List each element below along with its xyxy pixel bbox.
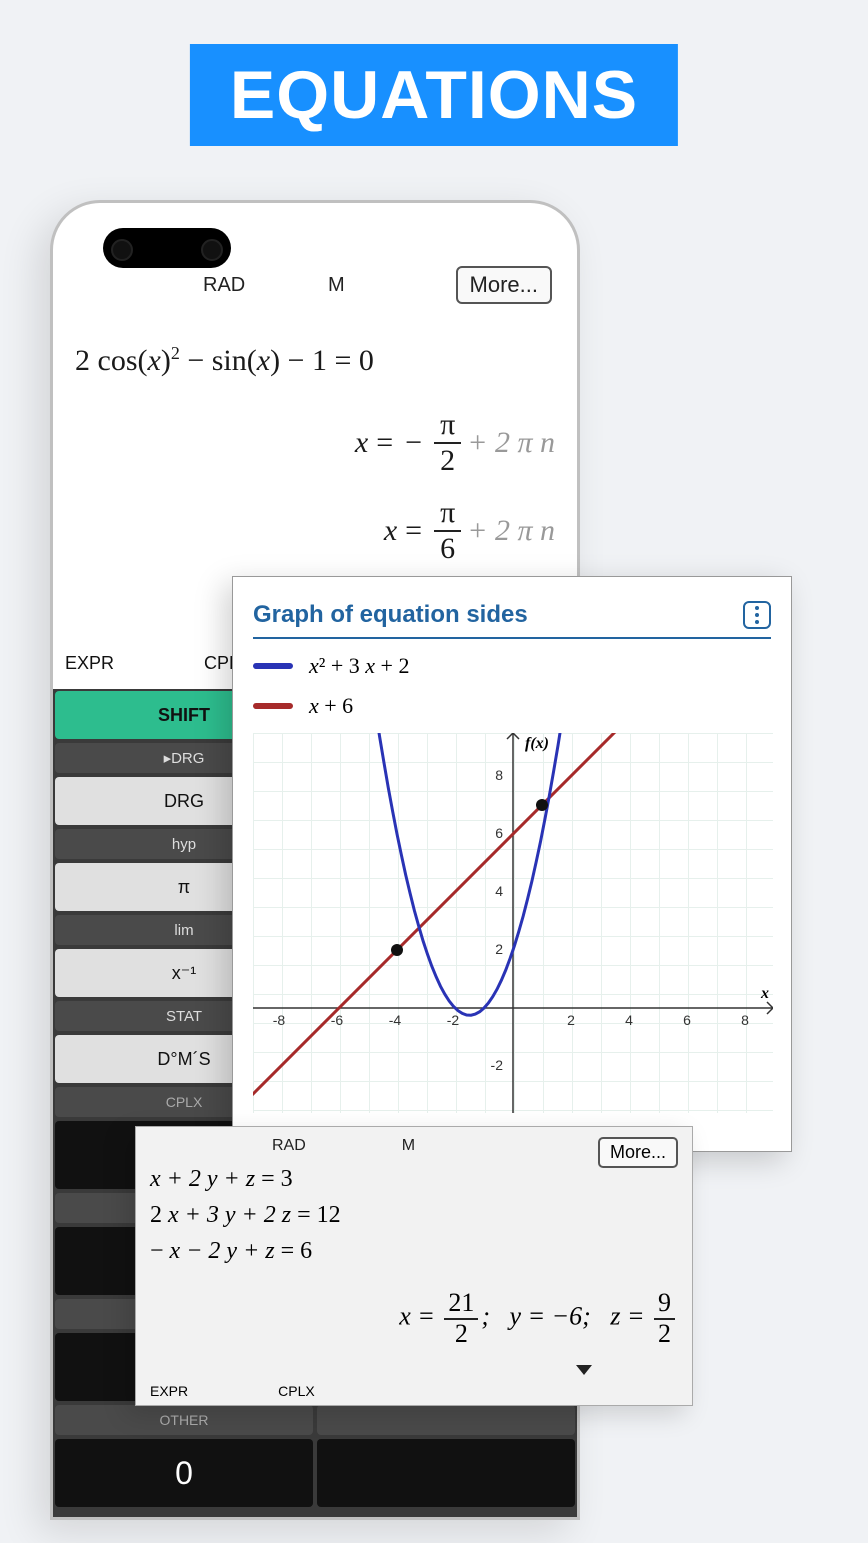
lin-eq-3: − x − 2 y + z = 6 [150,1233,678,1269]
svg-text:4: 4 [625,1012,633,1028]
linear-system-card: RAD M More... x + 2 y + z = 3 2 x + 3 y … [135,1126,693,1406]
legend-item-2: x + 6 [253,693,771,719]
graph-card: Graph of equation sides x² + 3 x + 2 x +… [232,576,792,1152]
svg-text:8: 8 [495,767,503,783]
lin-tab-cplx[interactable]: CPLX [278,1383,315,1399]
lin-rad-indicator: RAD [272,1137,306,1155]
svg-text:2: 2 [495,941,503,957]
lin-solution: x = 212; y = −6; z = 92 [150,1289,678,1348]
dropdown-caret-icon[interactable] [576,1365,592,1375]
graph-plot[interactable]: -8 -6 -4 -2 2 4 6 8 -2 -4 2 4 6 8 10 [253,733,773,1113]
legend-expr-1: x² + 3 x + 2 [309,653,409,679]
graph-title: Graph of equation sides [253,597,771,639]
key-other[interactable]: OTHER [55,1405,313,1435]
svg-text:-8: -8 [273,1012,286,1028]
svg-text:-2: -2 [491,1057,504,1073]
angle-mode-indicator: RAD [203,274,245,297]
key-blank[interactable] [317,1439,575,1507]
solution-1: x = − π2 + 2 π n [75,408,555,478]
key-0[interactable]: 0 [55,1439,313,1507]
solution-2: x = π6 + 2 π n [75,496,555,566]
svg-text:4: 4 [495,883,503,899]
svg-text:-2: -2 [447,1012,460,1028]
lin-tab-expr[interactable]: EXPR [150,1383,188,1399]
lin-tabs: EXPR CPLX [150,1383,315,1399]
svg-text:2: 2 [567,1012,575,1028]
mode-tabs: EXPR CPL [53,653,239,674]
lin-equations: x + 2 y + z = 3 2 x + 3 y + 2 z = 12 − x… [150,1161,678,1269]
lin-eq-2: 2 x + 3 y + 2 z = 12 [150,1197,678,1233]
lin-m-indicator: M [402,1137,415,1155]
input-equation: 2 cos(x)2 − sin(x) − 1 = 0 [75,343,555,378]
key-blank[interactable] [317,1405,575,1435]
svg-text:6: 6 [683,1012,691,1028]
memory-indicator: M [328,274,345,297]
more-button[interactable]: More... [456,266,552,304]
tab-expr[interactable]: EXPR [65,653,114,674]
lin-more-button[interactable]: More... [598,1137,678,1168]
equation-display: 2 cos(x)2 − sin(x) − 1 = 0 x = − π2 + 2 … [75,343,555,584]
svg-text:8: 8 [741,1012,749,1028]
blue-swatch-icon [253,663,293,669]
legend-item-1: x² + 3 x + 2 [253,653,771,679]
axis-x-label: x [761,985,769,1003]
axis-fx-label: f(x) [525,735,549,753]
svg-text:-4: -4 [389,1012,402,1028]
svg-text:6: 6 [495,825,503,841]
graph-menu-icon[interactable] [743,601,771,629]
red-swatch-icon [253,703,293,709]
camera-pill [103,228,231,268]
equations-banner: EQUATIONS [190,44,678,146]
legend-expr-2: x + 6 [309,693,353,719]
